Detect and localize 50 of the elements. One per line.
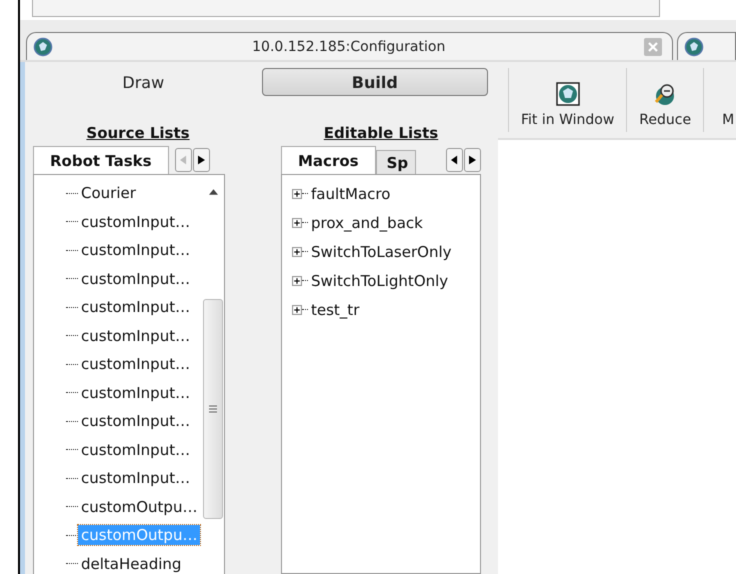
left-arrow-icon [451,155,458,165]
right-arrow-icon [469,155,476,165]
task-item[interactable]: customInput… [78,268,194,289]
toolbar-button[interactable]: Fit in Window [513,68,622,132]
expander-icon[interactable] [292,246,302,256]
task-item[interactable]: customInput… [78,354,194,374]
expander-icon[interactable] [292,218,302,228]
globe-icon [33,36,53,56]
task-item[interactable]: Courier [78,183,139,204]
left-arrow-icon [180,155,187,165]
macro-item[interactable]: prox_and_back [308,212,426,232]
document-tab[interactable] [677,32,736,60]
expander-icon[interactable] [292,276,302,286]
list-tab[interactable]: Macros [281,146,376,174]
task-item[interactable]: customInput… [78,240,194,260]
toolbar-button[interactable]: M [708,68,736,132]
task-item[interactable]: customInput… [78,326,194,346]
right-arrow-icon [198,155,205,165]
section-heading: Source Lists [86,124,190,144]
task-item[interactable]: customInput… [78,297,194,318]
list-tab[interactable]: Robot Tasks [33,146,169,174]
scrollbar-thumb[interactable] [203,299,223,519]
task-item[interactable]: customOutpu… [78,496,200,517]
globe-icon [684,36,704,56]
expander-icon[interactable] [292,304,302,314]
task-item[interactable]: deltaHeading [78,554,184,574]
macro-item[interactable]: SwitchToLaserOnly [308,242,455,262]
scroll-left-button[interactable] [446,148,463,172]
task-item[interactable]: customInput… [78,468,194,488]
scroll-right-button[interactable] [464,148,481,172]
mode-tab[interactable]: Build [262,68,488,96]
document-tab[interactable]: 10.0.152.185:Configuration [26,32,674,60]
list-tab[interactable]: Sp [376,150,416,174]
globe-icon [556,82,580,106]
grip-icon [209,405,217,413]
macro-item[interactable]: faultMacro [308,184,394,204]
macro-item[interactable]: SwitchToLightOnly [308,270,452,290]
toolbar-button[interactable]: Reduce [631,68,700,132]
task-item[interactable]: customInput… [78,212,194,232]
address-field[interactable] [32,0,660,17]
task-item[interactable]: customInput… [78,382,194,403]
expander-icon[interactable] [292,188,302,198]
mode-tab[interactable]: Draw [35,68,252,96]
task-item[interactable]: customInput… [78,440,194,460]
scroll-up-icon[interactable] [208,189,218,195]
scroll-right-button[interactable] [192,148,210,172]
section-heading: Editable Lists [324,124,438,144]
task-item[interactable]: customInput… [78,411,194,432]
macro-item[interactable]: test_tr [308,300,362,320]
document-tab-title: 10.0.152.185:Configuration [251,38,446,54]
